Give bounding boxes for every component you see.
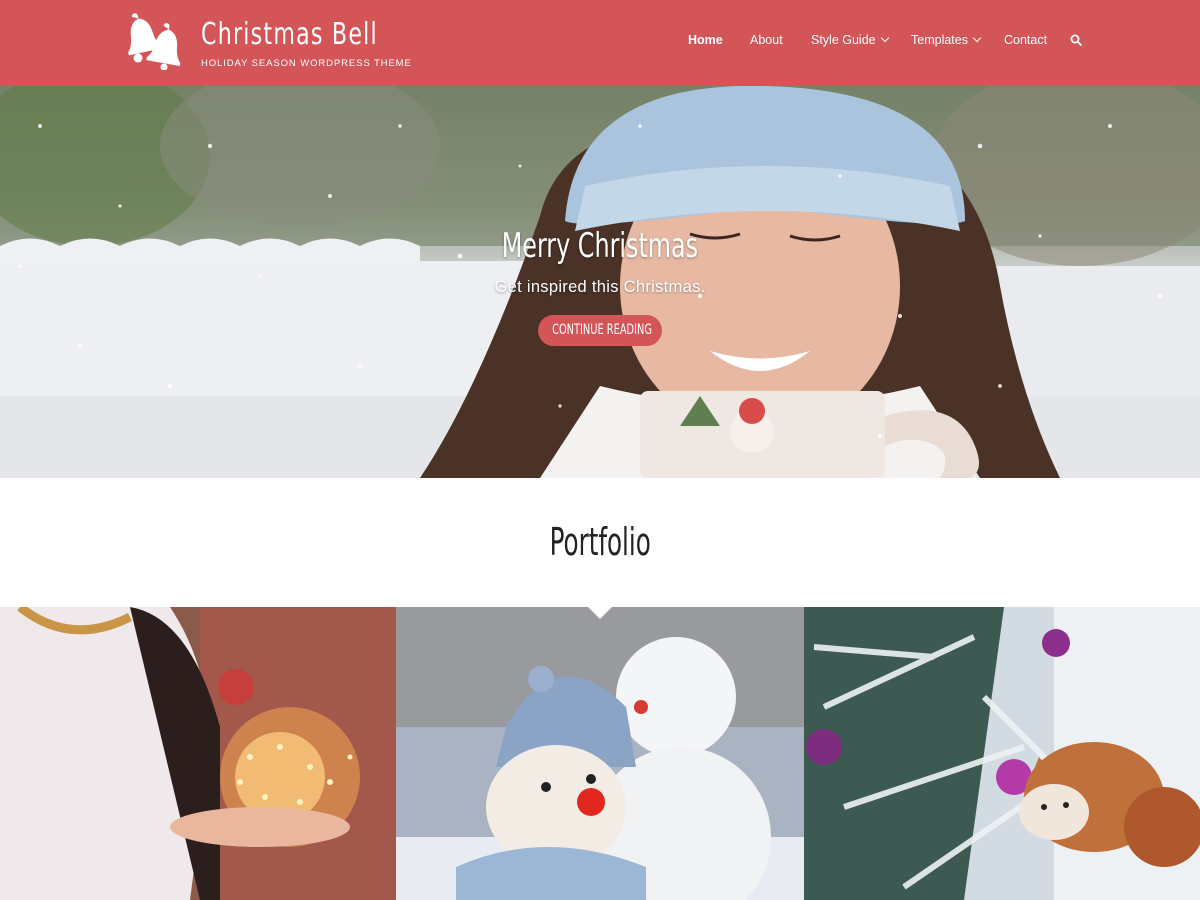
chevron-down-icon bbox=[972, 33, 982, 43]
continue-reading-label: CONTINUE READING bbox=[552, 322, 652, 338]
nav-item-templates[interactable]: Templates bbox=[911, 30, 982, 50]
nav-label-about: About bbox=[750, 33, 783, 47]
nav-item-about[interactable]: About bbox=[750, 30, 783, 50]
bells-icon[interactable] bbox=[116, 12, 190, 70]
search-icon[interactable] bbox=[1070, 34, 1082, 46]
portfolio-item-snowman[interactable] bbox=[396, 607, 804, 900]
nav-label-contact: Contact bbox=[1004, 33, 1048, 47]
portfolio-grid bbox=[0, 607, 1200, 900]
nav-item-style-guide[interactable]: Style Guide bbox=[811, 30, 889, 50]
nav-label-style-guide: Style Guide bbox=[811, 33, 876, 47]
chevron-down-icon bbox=[880, 33, 889, 43]
portfolio-title-text: Portfolio bbox=[549, 520, 651, 564]
hero-title: Merry Christmas bbox=[0, 226, 1200, 266]
hero-title-text: Merry Christmas bbox=[501, 226, 699, 266]
continue-reading-button[interactable]: CONTINUE READING bbox=[538, 315, 662, 346]
portfolio-pointer bbox=[588, 607, 612, 619]
nav-item-home[interactable]: Home bbox=[688, 30, 723, 50]
portfolio-item-cat-tree[interactable] bbox=[804, 607, 1200, 900]
site-title[interactable]: Christmas Bell bbox=[201, 17, 378, 53]
nav-label-home: Home bbox=[688, 33, 723, 47]
hero-subtitle: Get inspired this Christmas. bbox=[494, 278, 706, 296]
nav-label-templates: Templates bbox=[911, 33, 968, 47]
site-header: Christmas Bell HOLIDAY SEASON WORDPRESS … bbox=[0, 0, 1200, 86]
portfolio-title: Portfolio bbox=[0, 519, 1200, 565]
portfolio-item-fairy-lights[interactable] bbox=[0, 607, 396, 900]
nav-item-contact[interactable]: Contact bbox=[1004, 30, 1047, 50]
site-tagline: HOLIDAY SEASON WORDPRESS THEME bbox=[201, 58, 412, 69]
hero-slider: Merry Christmas Get inspired this Christ… bbox=[0, 86, 1200, 478]
